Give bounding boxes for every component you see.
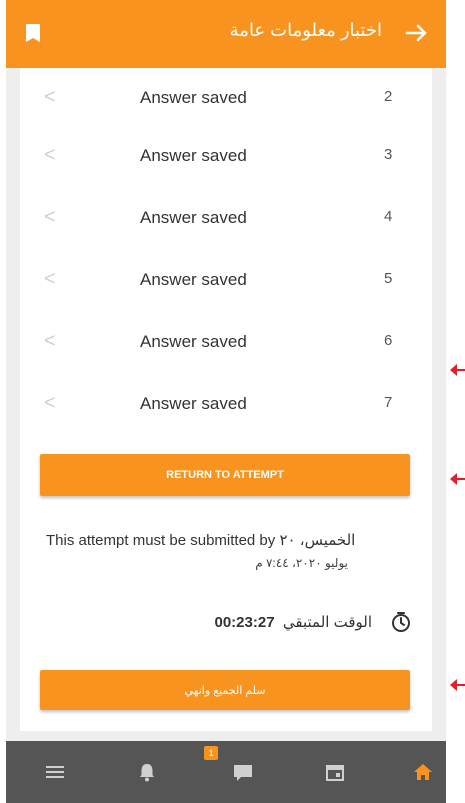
calendar-icon[interactable] [324,761,346,783]
page-title: اختبار معلومات عامة [229,20,382,40]
stopwatch-icon [392,612,410,632]
time-remaining: 00:23:27 الوقت المتبقي [20,608,432,638]
arrow-right-icon[interactable] [402,18,432,48]
notification-badge: 1 [204,746,218,760]
chevron-left-icon: < [44,206,56,228]
chevron-left-icon: < [44,86,56,108]
submission-deadline-date: يوليو ٢٠٢٠، ٧:٤٤ م [255,556,348,570]
return-to-attempt-button[interactable]: RETURN TO ATTEMPT [40,454,410,496]
question-row[interactable]: < Answer saved 7 [20,374,432,436]
answer-status: Answer saved [140,146,247,165]
annotation-arrow [450,473,465,485]
time-remaining-caption: الوقت المتبقي [282,614,372,631]
bell-icon[interactable] [136,761,158,783]
answer-status: Answer saved [140,88,247,107]
screen: اختبار معلومات عامة < Answer saved 2 < A… [0,0,465,803]
bottom-nav: 1 [6,741,446,803]
app-frame: اختبار معلومات عامة < Answer saved 2 < A… [6,0,446,741]
annotation-arrow [450,679,465,691]
bookmark-icon[interactable] [26,24,40,42]
chat-icon[interactable] [232,761,254,783]
chevron-left-icon: < [44,144,56,166]
top-bar: اختبار معلومات عامة [6,0,446,68]
question-row[interactable]: < Answer saved 4 [20,188,432,250]
answer-status: Answer saved [140,270,247,289]
question-number: 7 [384,394,393,411]
chevron-left-icon: < [44,268,56,290]
question-number: 5 [384,270,393,287]
submission-deadline-text: This attempt must be submitted by الخميس… [46,532,356,549]
home-icon[interactable] [412,761,434,783]
answer-status: Answer saved [140,332,247,351]
chevron-left-icon: < [44,392,56,414]
question-row[interactable]: < Answer saved 6 [20,312,432,374]
question-row[interactable]: < Answer saved 3 [20,126,432,188]
answer-status: Answer saved [140,394,247,413]
question-row[interactable]: < Answer saved 5 [20,250,432,312]
chevron-left-icon: < [44,330,56,352]
question-number: 3 [384,146,393,163]
time-remaining-label: 00:23:27 الوقت المتبقي [215,613,373,631]
question-row[interactable]: < Answer saved 2 [20,68,432,130]
question-number: 2 [384,88,393,105]
submit-all-and-finish-button[interactable]: سلم الجميع وانهي [40,670,410,710]
quiz-summary-panel: < Answer saved 2 < Answer saved 3 < Answ… [20,68,432,731]
annotation-arrow [450,364,465,376]
time-remaining-value: 00:23:27 [214,614,275,631]
question-number: 6 [384,332,393,349]
menu-icon[interactable] [44,761,66,783]
answer-status: Answer saved [140,208,247,227]
question-number: 4 [384,208,393,225]
